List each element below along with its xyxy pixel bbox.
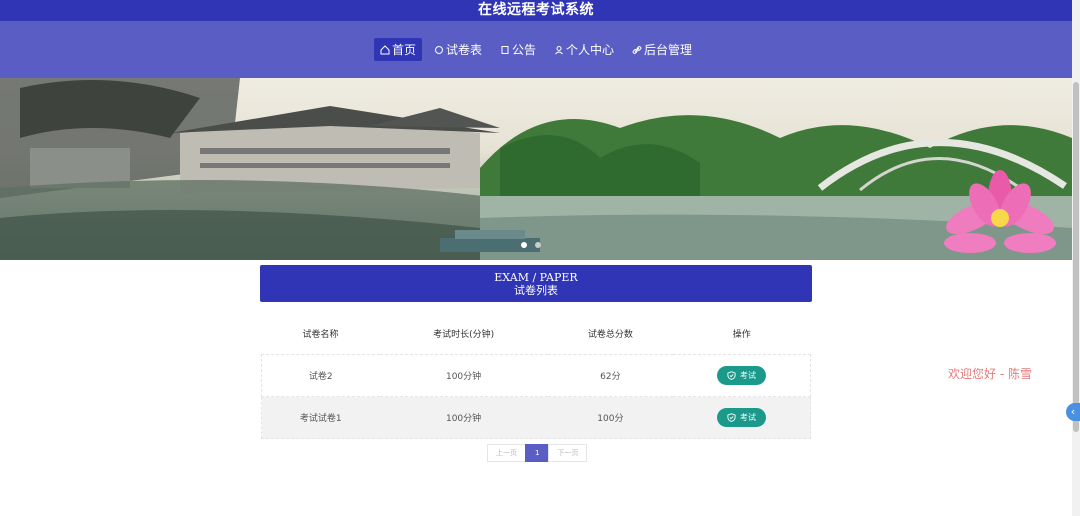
carousel-dot[interactable] (535, 242, 541, 248)
welcome-text: 欢迎您好 - 陈雪 (948, 367, 1032, 381)
banner-carousel[interactable] (0, 78, 1072, 260)
page-scrollbar[interactable] (1072, 0, 1080, 516)
home-icon (380, 44, 390, 54)
section-title-en: EXAM / PAPER (494, 271, 578, 284)
prev-page-button[interactable]: 上一页 (487, 444, 526, 462)
col-header-action: 操作 (732, 329, 751, 340)
note-icon (501, 45, 509, 54)
chevron-left-icon: ‹ (1070, 405, 1076, 418)
banner-image (0, 78, 1072, 260)
paper-duration: 100分钟 (445, 372, 482, 382)
shield-check-icon (727, 413, 736, 422)
pagination: 上一页 1 下一页 (487, 444, 588, 462)
take-exam-label: 考试 (740, 371, 757, 380)
scrollbar-thumb[interactable] (1073, 82, 1079, 432)
page-number-current[interactable]: 1 (525, 444, 550, 462)
nav-papers[interactable]: 试卷表 (428, 38, 488, 61)
nav-profile-label: 个人中心 (566, 43, 615, 57)
main-navbar: 首页 试卷表 公告 个人中心 后台管理 (0, 21, 1072, 78)
side-panel-toggle[interactable]: ‹ (1066, 403, 1080, 421)
take-exam-label: 考试 (740, 413, 757, 422)
nav-admin-label: 后台管理 (644, 43, 693, 57)
col-header-name: 试卷名称 (302, 329, 339, 340)
section-header: EXAM / PAPER 试卷列表 (260, 265, 812, 302)
circle-icon (434, 45, 443, 54)
nav-papers-label: 试卷表 (445, 43, 482, 57)
take-exam-button[interactable]: 考试 (717, 408, 767, 427)
paper-action-cell: 考试 (673, 355, 810, 397)
paper-score: 62分 (600, 372, 621, 382)
paper-name: 考试试卷1 (299, 414, 342, 424)
app-title: 在线远程考试系统 (0, 0, 1072, 21)
section-title-cn: 试卷列表 (514, 284, 558, 297)
take-exam-button[interactable]: 考试 (717, 366, 767, 385)
link-icon (632, 45, 642, 54)
user-icon (555, 45, 563, 54)
nav-notice[interactable]: 公告 (494, 38, 542, 61)
nav-profile[interactable]: 个人中心 (548, 38, 620, 61)
nav-notice-label: 公告 (511, 43, 536, 57)
nav-admin[interactable]: 后台管理 (626, 38, 698, 61)
paper-name: 试卷2 (308, 372, 333, 382)
table-row: 试卷2 100分钟 62分 考试 (261, 354, 811, 397)
paper-action-cell: 考试 (673, 397, 810, 439)
next-page-button[interactable]: 下一页 (548, 444, 588, 462)
shield-check-icon (727, 371, 736, 380)
paper-table: 试卷名称 考试时长(分钟) 试卷总分数 操作 试卷2 100分钟 62分 考试 … (261, 312, 811, 439)
paper-score: 100分 (597, 414, 624, 424)
nav-home[interactable]: 首页 (373, 38, 422, 61)
table-row: 考试试卷1 100分钟 100分 考试 (261, 396, 811, 439)
col-header-score: 试卷总分数 (587, 329, 633, 340)
carousel-indicators (521, 242, 541, 248)
paper-duration: 100分钟 (445, 414, 482, 424)
carousel-dot[interactable] (521, 242, 527, 248)
table-header-row: 试卷名称 考试时长(分钟) 试卷总分数 操作 (262, 312, 811, 355)
nav-home-label: 首页 (391, 43, 416, 57)
col-header-duration: 考试时长(分钟) (433, 329, 495, 340)
